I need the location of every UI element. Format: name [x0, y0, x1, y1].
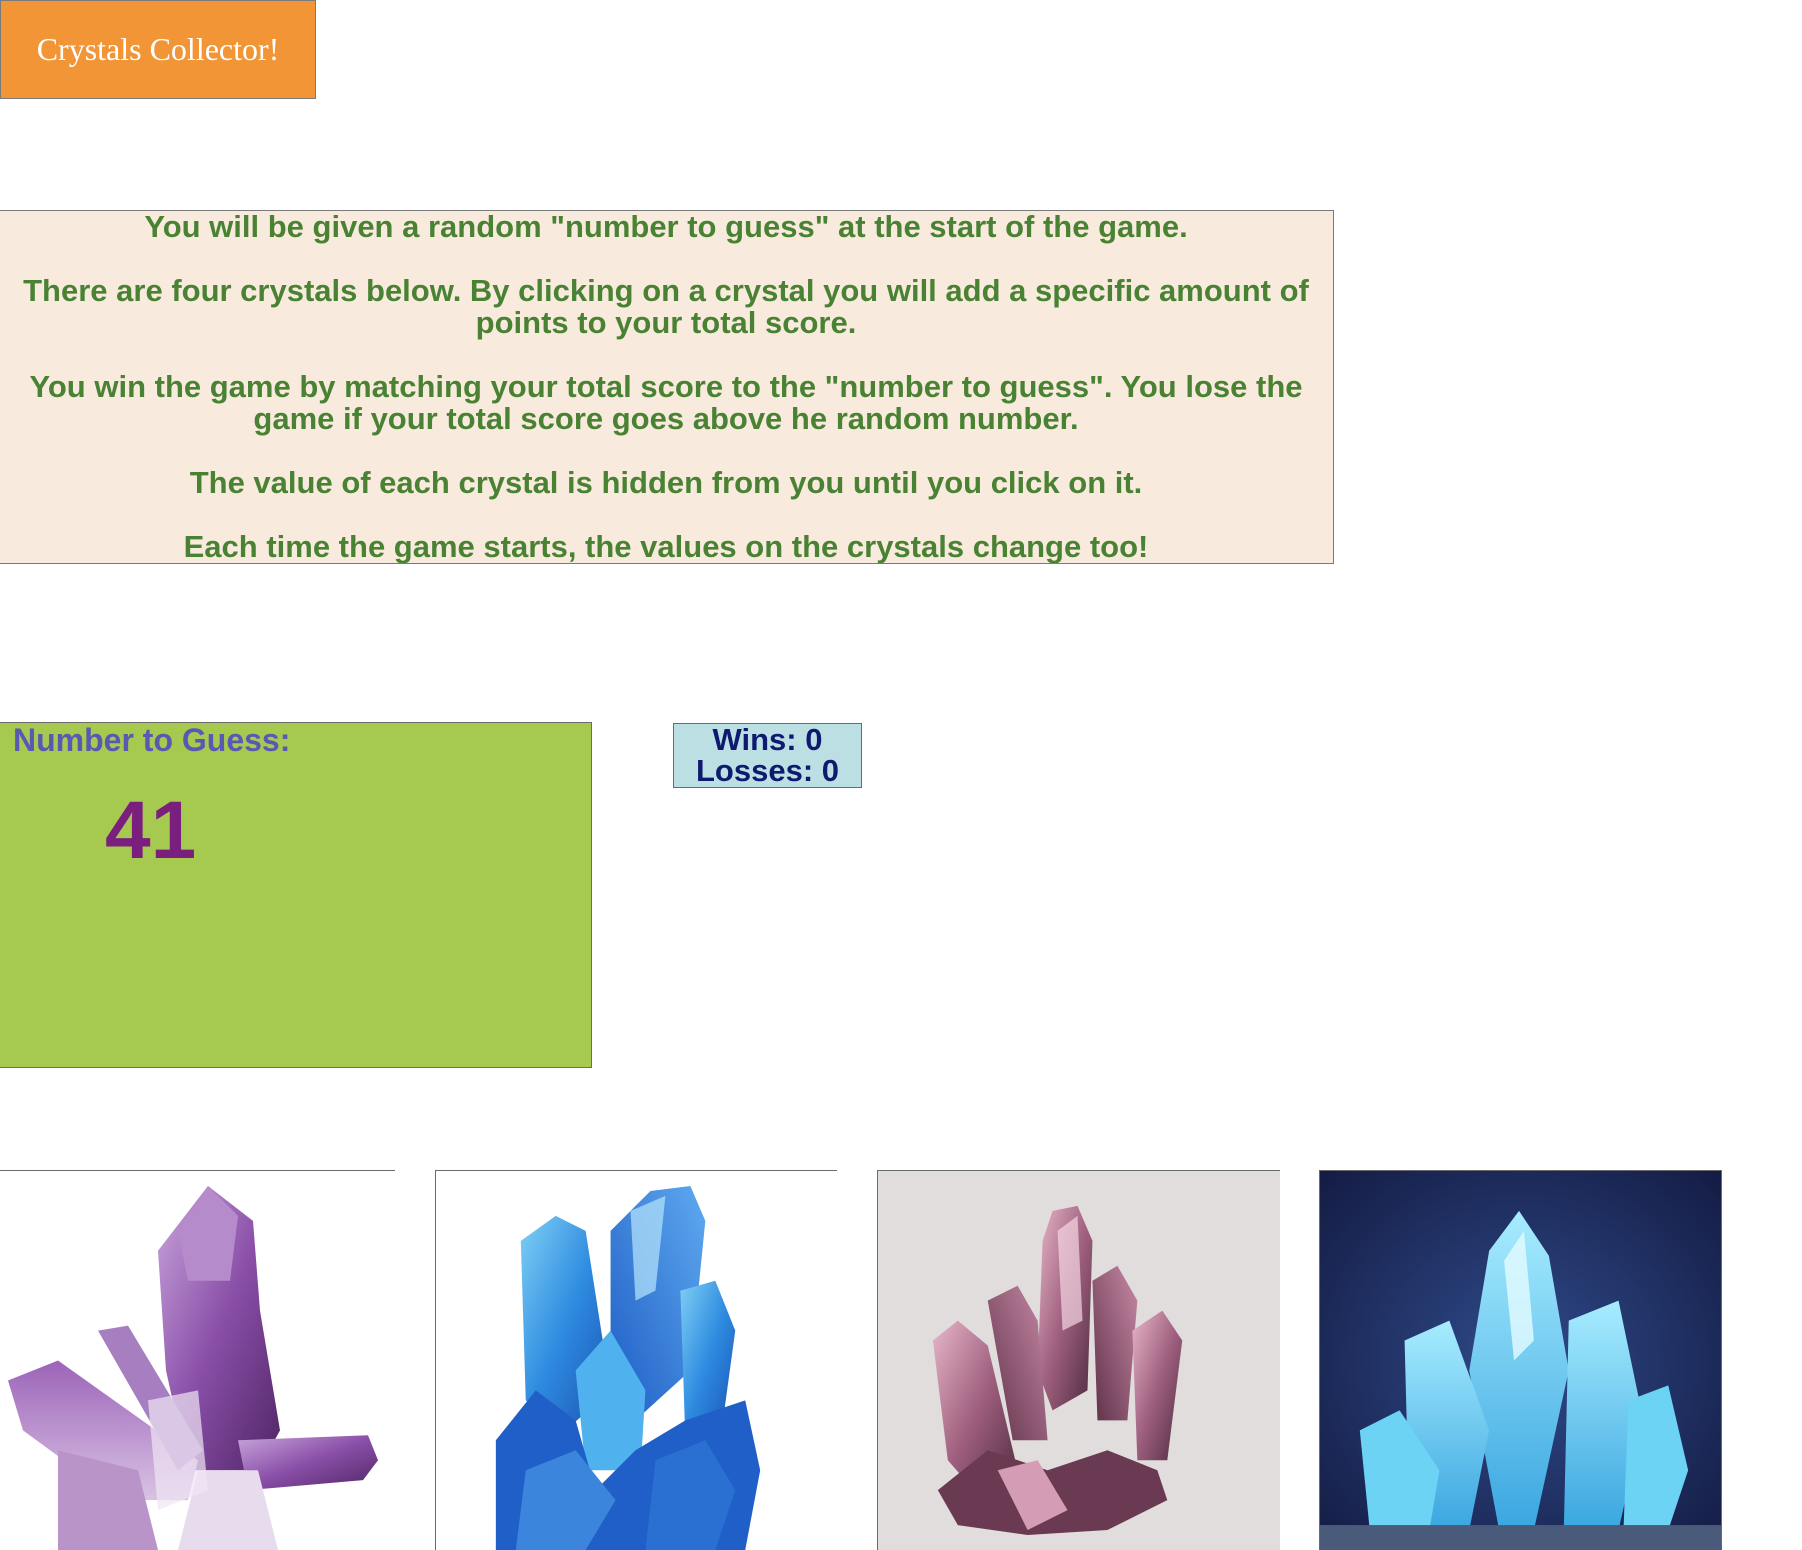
title-banner: Crystals Collector!: [0, 0, 316, 99]
page-title: Crystals Collector!: [36, 31, 280, 67]
pink-crystal-cluster-icon: [932, 1205, 1183, 1536]
instructions-panel: You will be given a random "number to gu…: [0, 210, 1334, 564]
glowing-ice-crystal-icon: [1320, 1171, 1721, 1550]
number-to-guess-label: Number to Guess:: [13, 722, 291, 758]
crystal-button-3[interactable]: [877, 1170, 1280, 1550]
number-to-guess-value: 41: [105, 785, 197, 876]
purple-amethyst-crystal-icon: [8, 1185, 378, 1550]
crystal-button-1[interactable]: [0, 1170, 395, 1550]
instruction-line-1: You will be given a random "number to gu…: [144, 210, 1188, 244]
number-to-guess-panel: Number to Guess: 41: [0, 722, 592, 1068]
score-panel: Wins: 0 Losses: 0: [673, 723, 862, 788]
crystal-button-4[interactable]: [1319, 1170, 1722, 1550]
crystal-button-2[interactable]: [435, 1170, 837, 1550]
instruction-line-4: The value of each crystal is hidden from…: [189, 465, 1143, 500]
losses-counter: Losses: 0: [695, 753, 839, 788]
instruction-line-3: You win the game by matching your total …: [29, 369, 1303, 436]
blue-crystal-cluster-icon: [495, 1185, 761, 1550]
instruction-line-2: There are four crystals below. By clicki…: [23, 273, 1309, 340]
wins-counter: Wins: 0: [712, 722, 823, 757]
instruction-line-5: Each time the game starts, the values on…: [183, 529, 1149, 564]
